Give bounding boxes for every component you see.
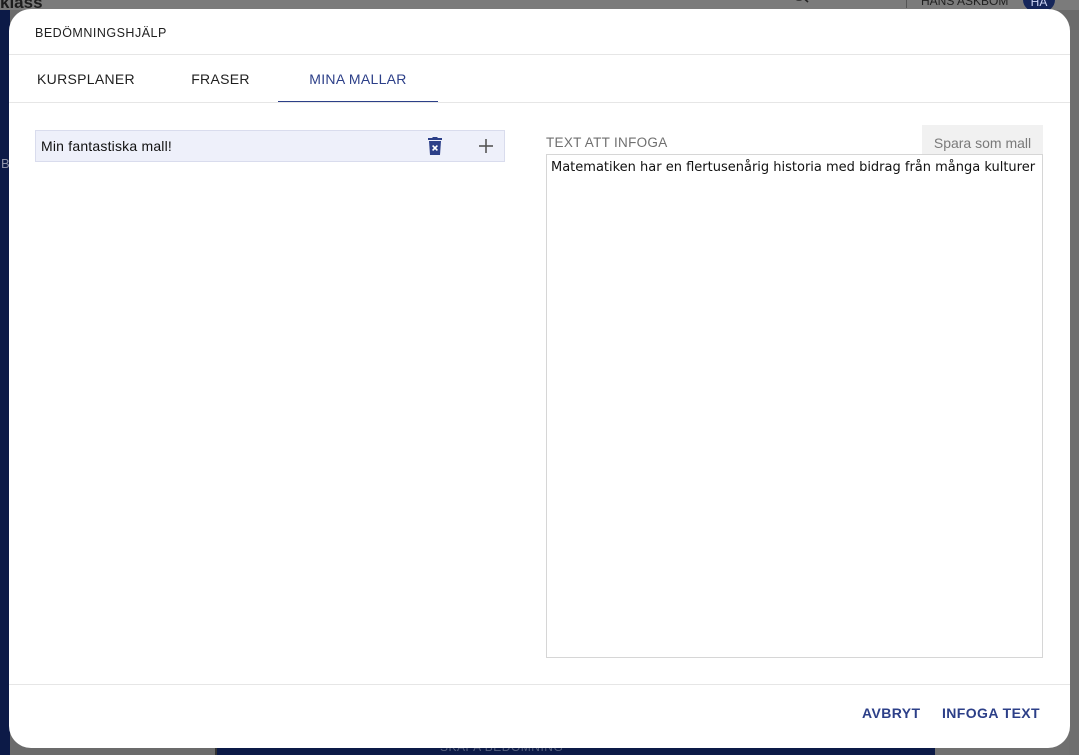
bell-icon[interactable] xyxy=(870,0,888,6)
right-panel xyxy=(1069,30,1079,755)
text-to-insert-label: TEXT ATT INFOGA xyxy=(546,135,668,150)
footer-divider xyxy=(9,684,1070,685)
tab-fraser[interactable]: FRASER xyxy=(163,55,278,102)
topbar-divider xyxy=(906,0,907,8)
cancel-button[interactable]: AVBRYT xyxy=(862,705,920,721)
dialog-title: BEDÖMNINGSHJÄLP xyxy=(35,26,167,40)
tab-bar: KURSPLANER FRASER MINA MALLAR xyxy=(9,55,1070,103)
template-list-item[interactable]: Min fantastiska mall! xyxy=(35,130,505,162)
search-icon[interactable] xyxy=(792,0,810,6)
tab-kursplaner[interactable]: KURSPLANER xyxy=(9,55,163,102)
add-icon[interactable] xyxy=(475,135,497,157)
insert-text-button[interactable]: INFOGA TEXT xyxy=(942,705,1040,721)
tab-mina-mallar[interactable]: MINA MALLAR xyxy=(278,55,438,103)
user-name[interactable]: HANS ASKBOM xyxy=(921,0,1008,8)
delete-icon[interactable] xyxy=(424,135,446,157)
tabs-divider xyxy=(9,102,1070,103)
template-name: Min fantastiska mall! xyxy=(41,138,173,154)
assessment-help-dialog: BEDÖMNINGSHJÄLP KURSPLANER FRASER MINA M… xyxy=(9,9,1070,748)
apps-icon[interactable] xyxy=(831,0,849,6)
text-to-insert-input[interactable]: Matematiken har en flertusenårig histori… xyxy=(546,154,1043,658)
